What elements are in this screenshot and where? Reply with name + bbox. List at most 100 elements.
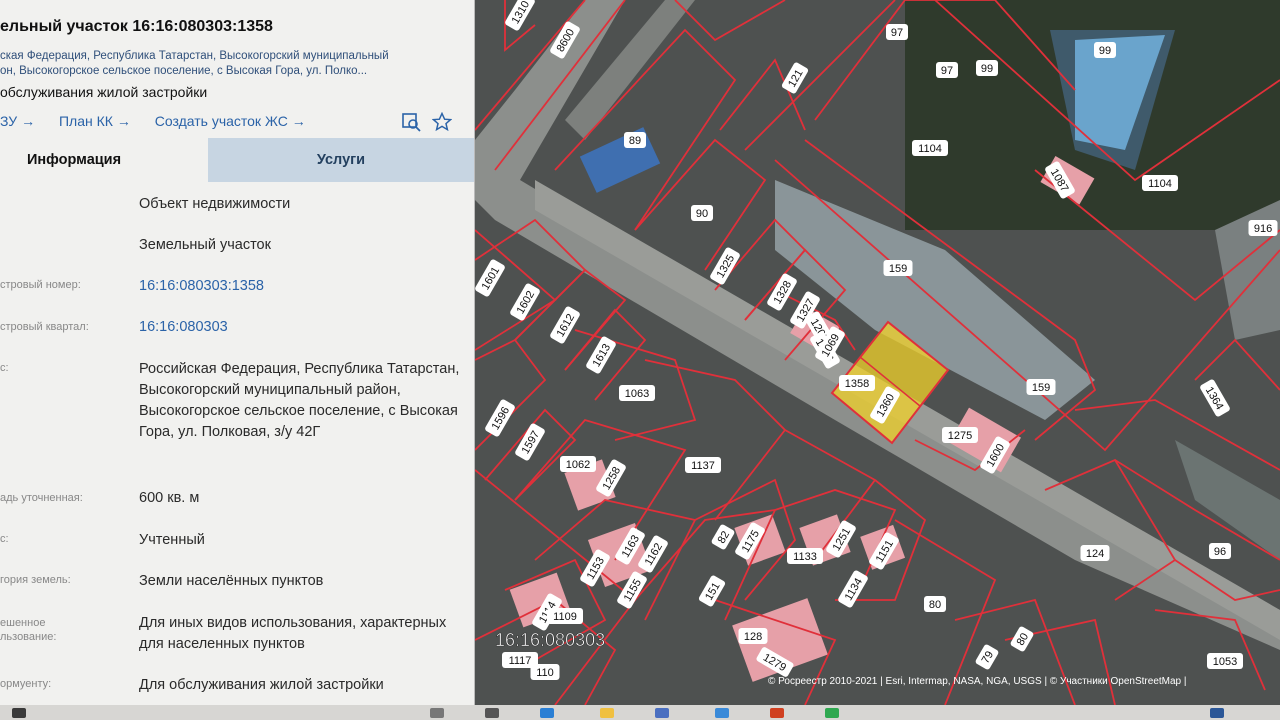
address-summary: ская Федерация, Республика Татарстан, Вы… xyxy=(0,49,460,79)
tab-information-label: Информация xyxy=(26,152,122,168)
object-type-value: Объект недвижимости xyxy=(139,196,291,212)
area-label: адь уточненная: xyxy=(0,492,83,504)
map-attribution: © Росреестр 2010-2021 | Esri, Intermap, … xyxy=(768,676,1187,687)
parcel-label-text: 1063 xyxy=(625,388,649,400)
land-category-label: гория земель: xyxy=(0,574,71,586)
mail-icon[interactable] xyxy=(715,708,729,718)
parcel-label-99: 99 xyxy=(976,60,998,76)
parcel-label-128: 128 xyxy=(738,628,768,644)
land-category-value: Земли населённых пунктов xyxy=(139,573,324,589)
parcel-label-1053: 1053 xyxy=(1207,653,1243,669)
by-document-value: Для обслуживания жилой застройки xyxy=(139,677,384,693)
star-icon-glyph xyxy=(431,111,453,132)
parcel-label-text: 89 xyxy=(629,135,641,147)
start-icon[interactable] xyxy=(12,708,26,718)
object-kind-value: Земельный участок xyxy=(139,237,271,253)
search-map-icon-glyph xyxy=(402,113,421,132)
parcel-label-text: 1104 xyxy=(1148,178,1172,190)
cadastral-quarter-label: 16:16:080303 xyxy=(495,630,605,650)
task-view-icon[interactable] xyxy=(485,708,499,718)
address-value: Российская Федерация, Республика Татарст… xyxy=(139,361,460,440)
parcel-label-89: 89 xyxy=(624,132,646,148)
parcel-label-text: 97 xyxy=(891,27,903,39)
permitted-use-value: Для иных видов использования, характерны… xyxy=(139,615,447,652)
parcel-label-text: 159 xyxy=(889,263,907,275)
parcel-label-text: 96 xyxy=(1214,546,1226,558)
parcel-label-90: 90 xyxy=(691,205,713,221)
info-panel: ельный участок 16:16:080303:1358 ская Фе… xyxy=(0,0,475,720)
parcel-label-text: 90 xyxy=(696,208,708,220)
cadastral-number-label: стровый номер: xyxy=(0,279,81,291)
permitted-use-label: ешенное льзование: xyxy=(0,617,57,643)
parcel-label-text: 1358 xyxy=(845,378,869,390)
parcel-label-text: 1117 xyxy=(509,655,532,667)
parcel-label-97: 97 xyxy=(936,62,958,78)
parcel-label-text: 110 xyxy=(536,667,554,679)
cadastral-quarter-link[interactable]: 16:16:080303 xyxy=(139,317,467,338)
action-links: ЗУ → План КК → Создать участок ЖС → xyxy=(0,113,326,129)
parcel-label-1104: 1104 xyxy=(1142,175,1178,191)
plan-kk-link[interactable]: План КК → xyxy=(59,113,131,129)
status-label: с: xyxy=(0,533,9,545)
parcel-label-text: 1137 xyxy=(691,460,715,472)
office-icon[interactable] xyxy=(770,708,784,718)
tab-bar: Информация Услуги xyxy=(0,138,474,182)
address-line-1: ская Федерация, Республика Татарстан, Вы… xyxy=(0,50,389,62)
parcel-label-97: 97 xyxy=(886,24,908,40)
permitted-use-summary: обслуживания жилой застройки xyxy=(0,84,208,100)
tab-information[interactable]: Информация xyxy=(0,138,208,182)
explorer-icon[interactable] xyxy=(600,708,614,718)
cadastral-quarter-label: стровый квартал: xyxy=(0,321,89,333)
address-line-2: он, Высокогорское сельское поселение, с … xyxy=(0,65,368,77)
parcel-label-text: 99 xyxy=(1099,45,1111,57)
edge-icon[interactable] xyxy=(540,708,554,718)
parcel-label-text: 99 xyxy=(981,63,993,75)
tab-services[interactable]: Услуги xyxy=(208,138,474,182)
parcel-label-99: 99 xyxy=(1094,42,1116,58)
status-value: Учтенный xyxy=(139,532,205,548)
favorite-star-icon[interactable] xyxy=(431,111,453,134)
page-title: ельный участок 16:16:080303:1358 xyxy=(0,18,273,35)
parcel-label-916: 916 xyxy=(1248,220,1278,236)
parcel-label-1137: 1137 xyxy=(685,457,721,473)
cadastral-number-link[interactable]: 16:16:080303:1358 xyxy=(139,276,467,297)
parcel-label-text: 1275 xyxy=(948,430,972,442)
parcel-label-159: 159 xyxy=(883,260,913,276)
cadastral-map[interactable]: 1310 8600 97 97 99 99 121 89 1104 1104 1087 90 916 15… xyxy=(475,0,1280,705)
parcel-label-text: 159 xyxy=(1032,382,1050,394)
parcel-label-text: 80 xyxy=(929,599,941,611)
parcel-label-1133: 1133 xyxy=(787,548,823,564)
parcel-label-110: 110 xyxy=(530,664,560,680)
parcel-label-text: 1133 xyxy=(793,551,817,563)
parcel-label-124: 124 xyxy=(1080,545,1110,561)
parcel-label-text: 124 xyxy=(1086,548,1104,560)
parcel-label-1104: 1104 xyxy=(912,140,948,156)
word-icon[interactable] xyxy=(1210,708,1224,718)
search-map-icon[interactable] xyxy=(400,112,422,134)
map-canvas[interactable]: 13108600 9797 9999121891104110410879091615… xyxy=(475,0,1280,705)
address-label: с: xyxy=(0,362,9,374)
store-icon[interactable] xyxy=(655,708,669,718)
parcel-label-1063: 1063 xyxy=(619,385,655,401)
parcel-label-text: 1104 xyxy=(918,143,942,155)
parcel-label-text: 1062 xyxy=(566,459,590,471)
parcel-label-text: 128 xyxy=(744,631,762,643)
search-icon[interactable] xyxy=(430,708,444,718)
parcel-label-1358: 1358 xyxy=(839,375,875,391)
parcel-label-1275: 1275 xyxy=(942,427,978,443)
parcel-label-80: 80 xyxy=(924,596,946,612)
zu-link[interactable]: ЗУ → xyxy=(0,113,35,129)
by-document-label: ормуенту: xyxy=(0,678,52,690)
create-parcel-link[interactable]: Создать участок ЖС → xyxy=(155,113,306,129)
parcel-label-text: 916 xyxy=(1254,223,1272,235)
parcel-label-159: 159 xyxy=(1026,379,1056,395)
parcel-label-1109: 1109 xyxy=(547,608,583,624)
taskbar xyxy=(0,705,1280,720)
parcel-label-text: 1109 xyxy=(553,611,577,623)
tab-services-label: Услуги xyxy=(316,152,366,168)
parcel-label-text: 97 xyxy=(941,65,953,77)
parcel-label-96: 96 xyxy=(1209,543,1231,559)
parcel-label-1062: 1062 xyxy=(560,456,596,472)
chrome-icon[interactable] xyxy=(825,708,839,718)
area-value: 600 кв. м xyxy=(139,490,200,506)
